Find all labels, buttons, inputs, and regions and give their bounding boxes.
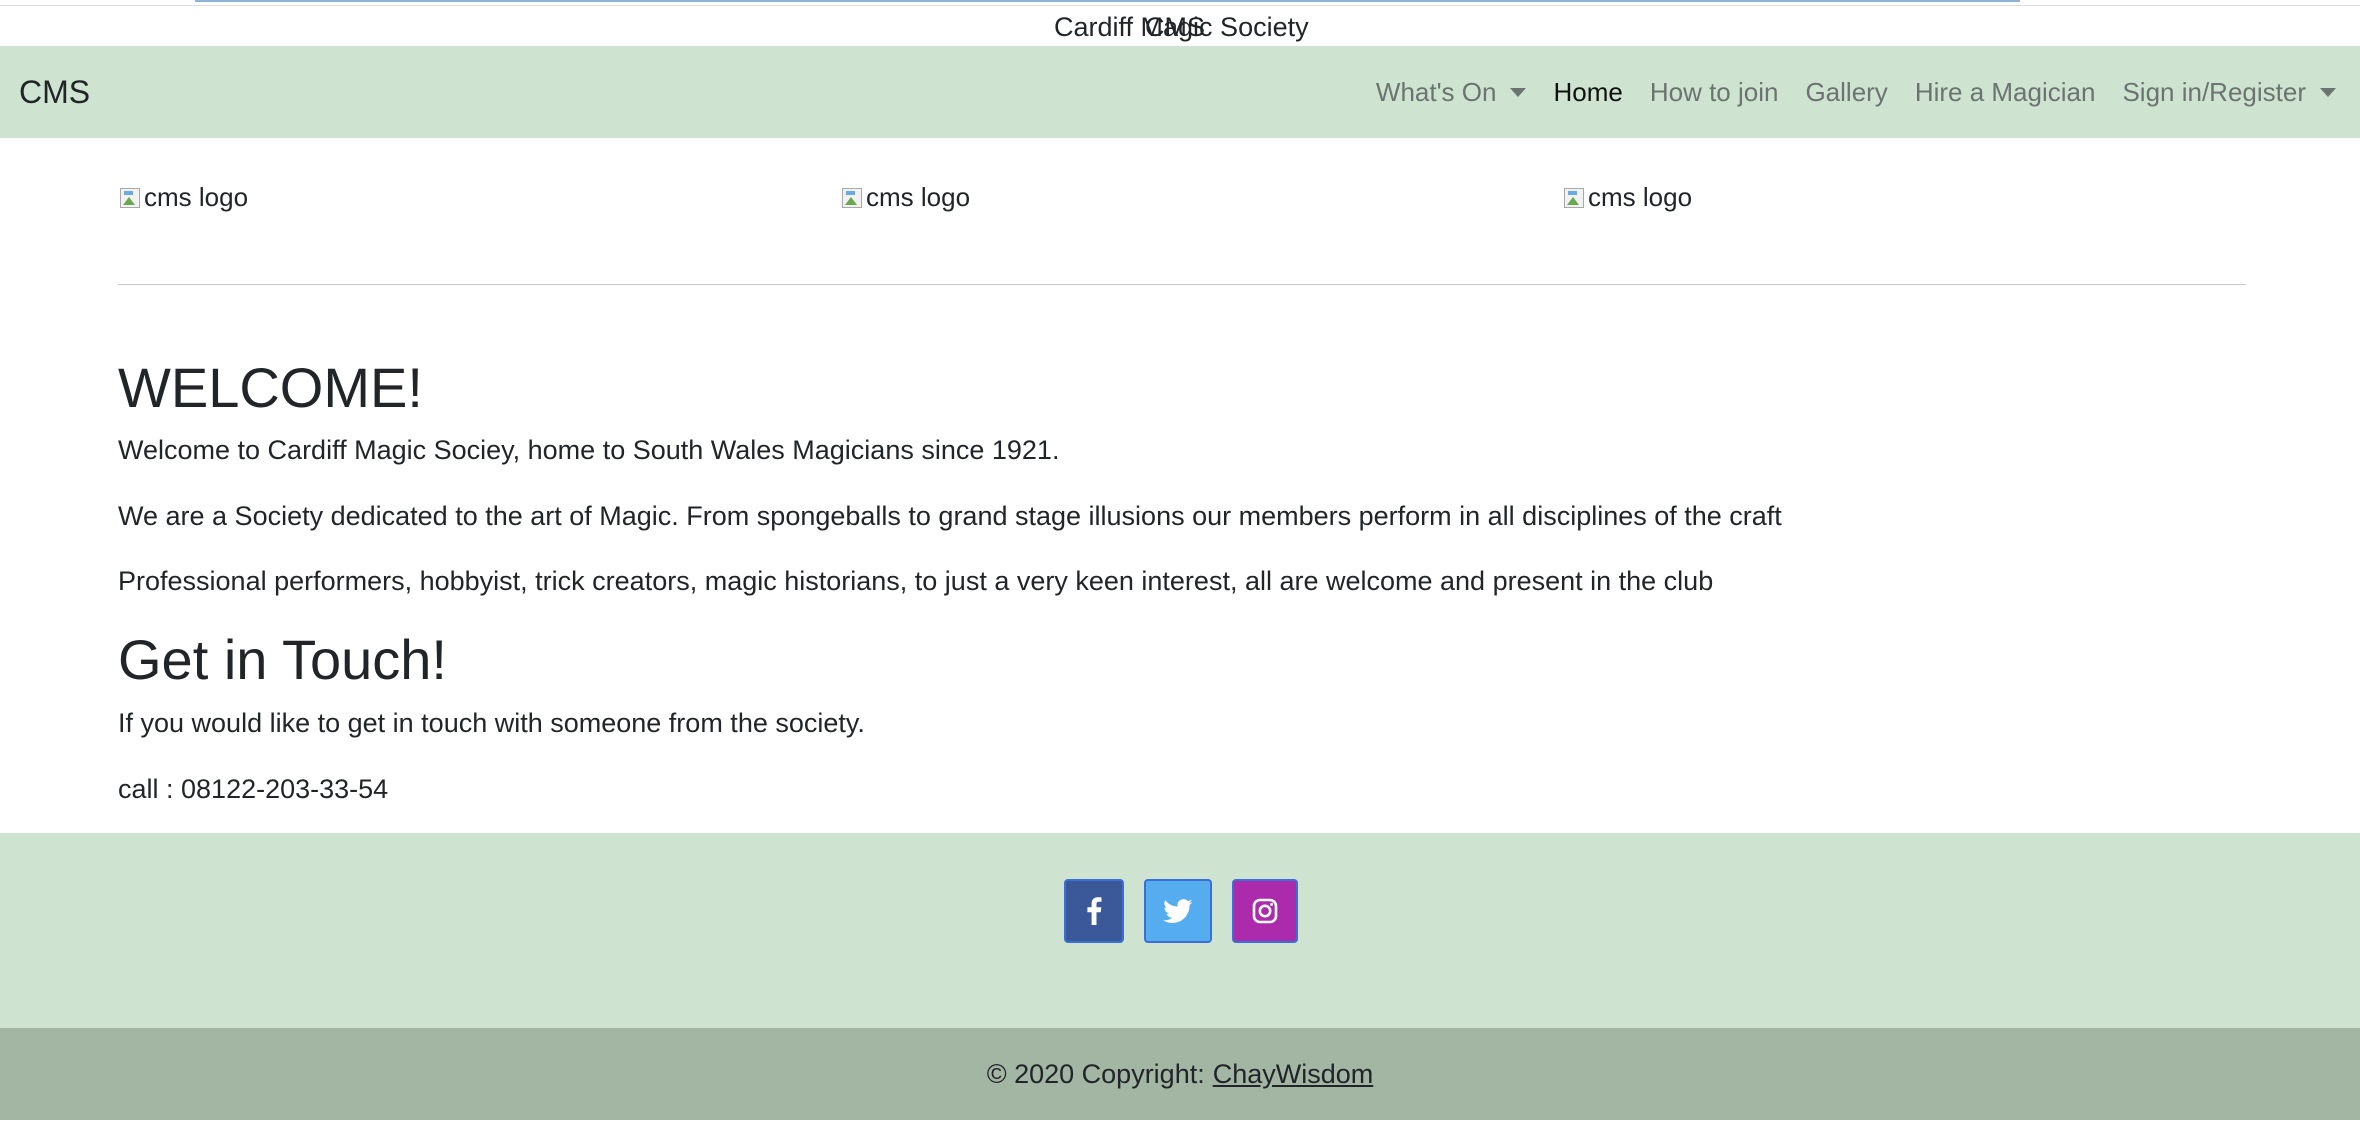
broken-image-icon [1562, 185, 1586, 211]
broken-image-icon [118, 185, 142, 211]
phone-line: call : 08122-203-33-54 [118, 774, 389, 804]
copyright-text: © 2020 Copyright: [986, 1058, 1205, 1089]
top-strip: Cardiff Magic Society CMS [0, 0, 2360, 46]
welcome-heading: WELCOME! [118, 356, 423, 419]
footer [0, 833, 2360, 1028]
twitter-button[interactable] [1144, 879, 1212, 943]
facebook-icon [1087, 897, 1102, 925]
nav-item-label: What's On [1375, 76, 1497, 107]
logo-alt-text: cms logo [1588, 182, 1693, 212]
nav-item-label: Gallery [1805, 76, 1888, 107]
navbar: CMS What's On Home How to join Gallery H… [0, 46, 2360, 138]
copyright-author-link[interactable]: ChayWisdom [1213, 1059, 1374, 1090]
contact-text: If you would like to get in touch with s… [118, 708, 865, 738]
nav-links: What's On Home How to join Gallery Hire … [1349, 46, 2336, 138]
top-edge-line [0, 5, 2360, 6]
chevron-down-icon [1510, 87, 1527, 97]
nav-item-label: How to join [1649, 76, 1779, 107]
nav-item-how-to-join[interactable]: How to join [1650, 77, 1779, 108]
broken-image-icon [840, 185, 864, 211]
contact-heading: Get in Touch! [118, 628, 447, 691]
welcome-paragraph: Welcome to Cardiff Magic Sociey, home to… [118, 435, 1060, 465]
copyright-bar: © 2020 Copyright: ChayWisdom [0, 1028, 2360, 1120]
cms-logo-image: cms logo [1562, 182, 1692, 213]
chevron-down-icon [2320, 87, 2336, 97]
navbar-brand[interactable]: CMS [19, 74, 90, 110]
nav-item-label: Hire a Magician [1914, 76, 2096, 107]
nav-item-sign-in-register[interactable]: Sign in/Register [2122, 77, 2336, 108]
nav-item-gallery[interactable]: Gallery [1805, 77, 1887, 108]
twitter-icon [1163, 898, 1193, 923]
logo-alt-text: cms logo [144, 182, 249, 212]
nav-item-label: Home [1553, 76, 1623, 107]
cms-logo-image: cms logo [840, 182, 970, 213]
nav-item-home[interactable]: Home [1553, 77, 1622, 108]
instagram-button[interactable] [1232, 879, 1298, 943]
welcome-paragraph: Professional performers, hobbyist, trick… [118, 566, 1714, 596]
nav-item-whats-on[interactable]: What's On [1376, 77, 1527, 108]
page: Cardiff Magic Society CMS CMS What's On … [0, 0, 2360, 1138]
nav-item-hire-a-magician[interactable]: Hire a Magician [1915, 77, 2096, 108]
header-title-overlap-text: CMS [1145, 12, 1205, 42]
top-accent-line [195, 0, 2020, 2]
logo-alt-text: cms logo [866, 182, 971, 212]
welcome-paragraph: We are a Society dedicated to the art of… [118, 501, 1782, 531]
bottom-edge [0, 1120, 2360, 1138]
instagram-icon [1252, 898, 1278, 924]
horizontal-divider [118, 284, 2246, 285]
logo-row: cms logo cms logo cms logo [118, 182, 2246, 222]
facebook-button[interactable] [1064, 879, 1124, 943]
cms-logo-image: cms logo [118, 182, 248, 213]
nav-item-label: Sign in/Register [2122, 76, 2306, 107]
